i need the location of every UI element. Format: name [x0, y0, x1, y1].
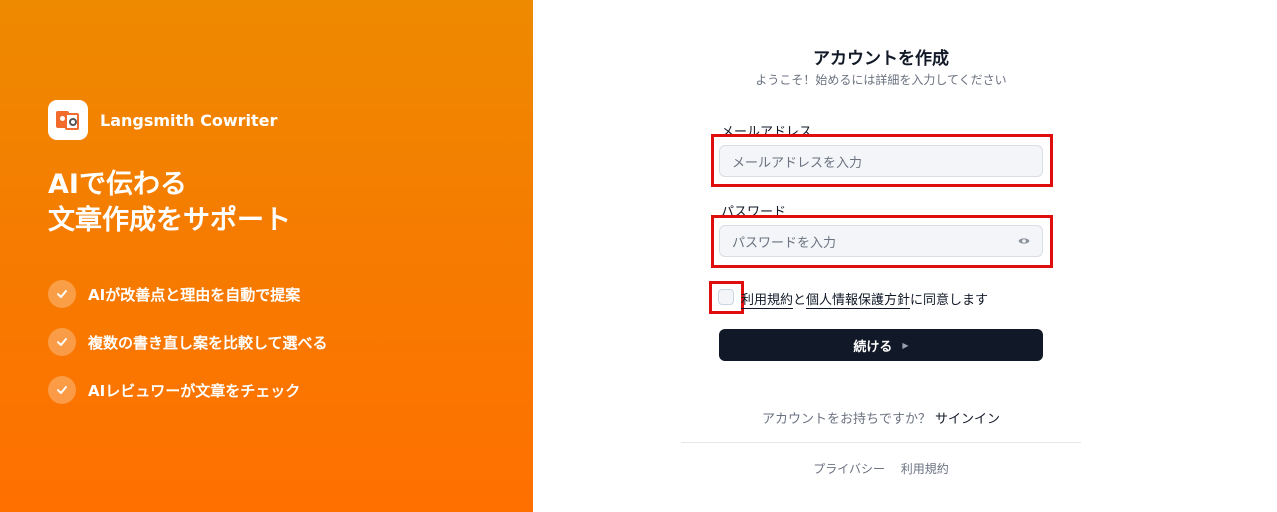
headline-line-1: AIで伝わる [48, 169, 187, 200]
password-field[interactable]: パスワードを入力 [719, 225, 1043, 257]
headline-line-2: 文章作成をサポート [48, 205, 291, 236]
email-field[interactable]: メールアドレスを入力 [719, 145, 1043, 177]
hero-headline: AIで伝わる 文章作成をサポート [48, 167, 291, 239]
signin-link[interactable]: サインイン [935, 412, 1000, 427]
check-icon [48, 376, 76, 404]
footer-links: プライバシー 利用規約 [681, 460, 1081, 477]
privacy-link[interactable]: プライバシー [813, 462, 885, 476]
has-account-text: アカウントをお持ちですか？ [761, 412, 931, 427]
privacy-policy-link[interactable]: 個人情報保護方針 [806, 293, 911, 309]
footer-terms-link[interactable]: 利用規約 [901, 462, 949, 476]
brand: Langsmith Cowriter [48, 100, 277, 140]
feature-item: AIレビュワーが文章をチェック [48, 376, 328, 404]
feature-list: AIが改善点と理由を自動で提案 複数の書き直し案を比較して選べる AIレビュワー… [48, 280, 328, 424]
feature-item: 複数の書き直し案を比較して選べる [48, 328, 328, 356]
email-label: メールアドレス [721, 125, 813, 140]
feature-item: AIが改善点と理由を自動で提案 [48, 280, 328, 308]
form-subtitle: ようこそ！始めるには詳細を入力してください [755, 73, 1007, 87]
eye-icon[interactable] [1018, 236, 1030, 246]
brand-name: Langsmith Cowriter [100, 110, 278, 130]
terms-checkbox[interactable] [718, 289, 734, 305]
agree-and: と [793, 293, 807, 308]
hero-panel: Langsmith Cowriter AIで伝わる 文章作成をサポート AIが改… [0, 0, 533, 512]
footer-divider [681, 442, 1081, 443]
terms-link[interactable]: 利用規約 [741, 293, 794, 309]
check-icon [48, 328, 76, 356]
check-icon [48, 280, 76, 308]
feature-text: AIレビュワーが文章をチェック [88, 381, 301, 400]
signin-prompt: アカウントをお持ちですか？ サインイン [681, 408, 1081, 427]
password-placeholder: パスワードを入力 [732, 235, 837, 251]
play-arrow-icon: ▶ [902, 340, 909, 350]
continue-button[interactable]: 続ける ▶ [719, 329, 1043, 361]
form-title: アカウントを作成 [813, 49, 949, 69]
terms-agreement: 利用規約と個人情報保護方針に同意します [741, 289, 989, 309]
feature-text: AIが改善点と理由を自動で提案 [88, 285, 301, 304]
feature-text: 複数の書き直し案を比較して選べる [88, 333, 328, 352]
continue-label: 続ける [853, 339, 893, 355]
password-label: パスワード [721, 205, 787, 220]
agree-suffix: に同意します [910, 293, 989, 308]
app-logo-icon [48, 100, 88, 140]
